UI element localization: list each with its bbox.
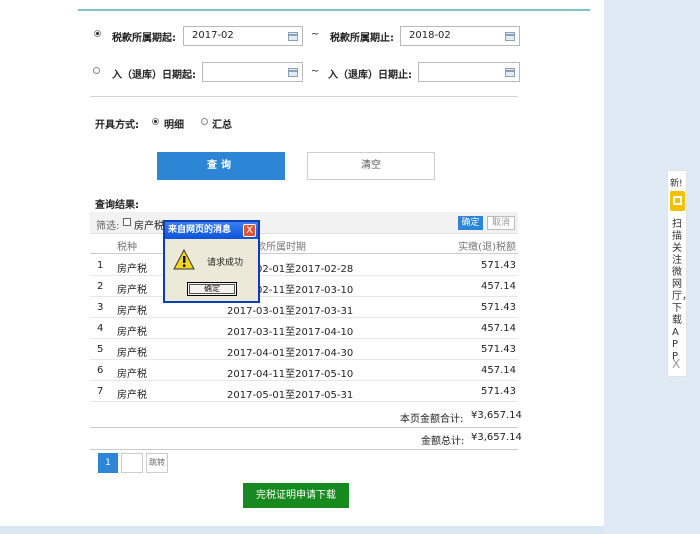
- row-amount: 571.43: [481, 302, 516, 313]
- query-button[interactable]: 查询: [157, 152, 285, 180]
- storage-date-start-label: 入（退库）日期起:: [112, 70, 196, 81]
- row-period: 2017-04-01至2017-04-30: [227, 348, 354, 359]
- row-tax-type: 房产税: [117, 264, 147, 275]
- new-badge: 新!: [670, 179, 683, 189]
- table-row: 1 房产税 2017-02-01至2017-02-28 571.43: [90, 255, 518, 276]
- calendar-icon[interactable]: [288, 68, 298, 77]
- filter-option-label: 房产税: [134, 221, 164, 232]
- form-divider: [90, 96, 518, 97]
- issue-mode-label: 开具方式:: [95, 120, 139, 131]
- page-total-value: ¥3,657.14: [471, 410, 522, 421]
- filter-cancel-button[interactable]: 取消: [487, 216, 515, 230]
- row-amount: 571.43: [481, 386, 516, 397]
- row-amount: 571.43: [481, 260, 516, 271]
- range-tilde: ~: [311, 66, 320, 77]
- side-app-panel[interactable]: 新! 扫描关注微网厅，下载APP X: [667, 170, 692, 377]
- issue-summary-label: 汇总: [212, 120, 232, 131]
- warning-icon: [173, 249, 195, 270]
- filter-checkbox[interactable]: [123, 218, 131, 226]
- tax-period-end-value: 2018-02: [409, 30, 451, 41]
- row-tax-type: 房产税: [117, 348, 147, 359]
- top-divider: [78, 9, 590, 11]
- download-certificate-button[interactable]: 完税证明申请下载: [243, 483, 349, 508]
- tax-period-end-label: 税款所属期止:: [330, 33, 394, 44]
- table-row: 3 房产税 2017-03-01至2017-03-31 571.43: [90, 297, 518, 318]
- calendar-icon[interactable]: [288, 32, 298, 41]
- filter-bar: 筛选: 房产税: [90, 212, 518, 234]
- row-tax-type: 房产税: [117, 390, 147, 401]
- page-total-label: 本页金额合计:: [400, 414, 464, 425]
- row-tax-type: 房产税: [117, 285, 147, 296]
- total-divider: [90, 449, 518, 450]
- qr-code-icon[interactable]: [670, 191, 685, 211]
- side-panel-text: 扫描关注微网厅，下载APP: [672, 219, 692, 362]
- pagination-current[interactable]: 1: [98, 453, 118, 473]
- storage-date-end-label: 入（退库）日期止:: [328, 70, 412, 81]
- filter-confirm-button[interactable]: 确定: [458, 216, 483, 230]
- col-amount: 实缴(退)税额: [458, 242, 516, 253]
- dialog-message: 请求成功: [207, 258, 244, 268]
- row-period: 2017-03-01至2017-03-31: [227, 306, 354, 317]
- clear-button[interactable]: 清空: [307, 152, 435, 180]
- row-period: 2017-04-11至2017-05-10: [227, 369, 354, 380]
- table-row: 6 房产税 2017-04-11至2017-05-10 457.14: [90, 360, 518, 381]
- range-tilde: ~: [311, 29, 320, 40]
- table-row: 7 房产税 2017-05-01至2017-05-31 571.43: [90, 381, 518, 402]
- tax-period-start-label: 税款所属期起:: [112, 33, 176, 44]
- row-index: 4: [97, 323, 104, 334]
- table-row: 2 房产税 2017-02-11至2017-03-10 457.14: [90, 276, 518, 297]
- tax-period-start-value: 2017-02: [192, 30, 234, 41]
- dialog-ok-button[interactable]: 确定: [187, 282, 237, 296]
- pagination-input[interactable]: [121, 453, 143, 473]
- row-amount: 571.43: [481, 344, 516, 355]
- row-index: 6: [97, 365, 104, 376]
- storage-date-end-input[interactable]: [418, 62, 520, 82]
- col-tax-type: 税种: [117, 242, 137, 253]
- row-period: 2017-05-01至2017-05-31: [227, 390, 354, 401]
- radio-storage-date[interactable]: [93, 67, 100, 74]
- summary-divider: [90, 427, 518, 428]
- bottom-bar: [0, 526, 604, 534]
- row-tax-type: 房产税: [117, 306, 147, 317]
- radio-issue-summary[interactable]: [201, 118, 208, 125]
- radio-tax-period[interactable]: [94, 30, 101, 37]
- grand-total-value: ¥3,657.14: [471, 432, 522, 443]
- close-icon[interactable]: X: [243, 224, 256, 237]
- storage-date-start-input[interactable]: [202, 62, 303, 82]
- calendar-icon[interactable]: [505, 32, 515, 41]
- pagination-jump-button[interactable]: 跳转: [146, 453, 168, 473]
- row-tax-type: 房产税: [117, 369, 147, 380]
- row-amount: 457.14: [481, 281, 516, 292]
- row-index: 2: [97, 281, 104, 292]
- row-amount: 457.14: [481, 323, 516, 334]
- row-tax-type: 房产税: [117, 327, 147, 338]
- row-index: 5: [97, 344, 104, 355]
- calendar-icon[interactable]: [505, 68, 515, 77]
- table-row: 4 房产税 2017-03-11至2017-04-10 457.14: [90, 318, 518, 339]
- tax-period-end-input[interactable]: 2018-02: [400, 26, 520, 46]
- row-period: 2017-03-11至2017-04-10: [227, 327, 354, 338]
- row-index: 1: [97, 260, 104, 271]
- row-index: 3: [97, 302, 104, 313]
- table-header: 税种 税款所属时期 实缴(退)税额: [90, 234, 518, 254]
- tax-period-start-input[interactable]: 2017-02: [183, 26, 303, 46]
- main-panel: 税款所属期起: 2017-02 ~ 税款所属期止: 2018-02 入（退库）日…: [0, 0, 604, 534]
- grand-total-label: 金额总计:: [421, 436, 465, 447]
- side-close-icon[interactable]: X: [672, 357, 680, 371]
- filter-label: 筛选:: [96, 221, 120, 232]
- message-dialog: 来自网页的消息 X 请求成功 确定: [163, 220, 260, 303]
- results-title: 查询结果:: [95, 200, 139, 211]
- row-index: 7: [97, 386, 104, 397]
- table-row: 5 房产税 2017-04-01至2017-04-30 571.43: [90, 339, 518, 360]
- row-amount: 457.14: [481, 365, 516, 376]
- issue-detail-label: 明细: [164, 120, 184, 131]
- radio-issue-detail[interactable]: [152, 118, 159, 125]
